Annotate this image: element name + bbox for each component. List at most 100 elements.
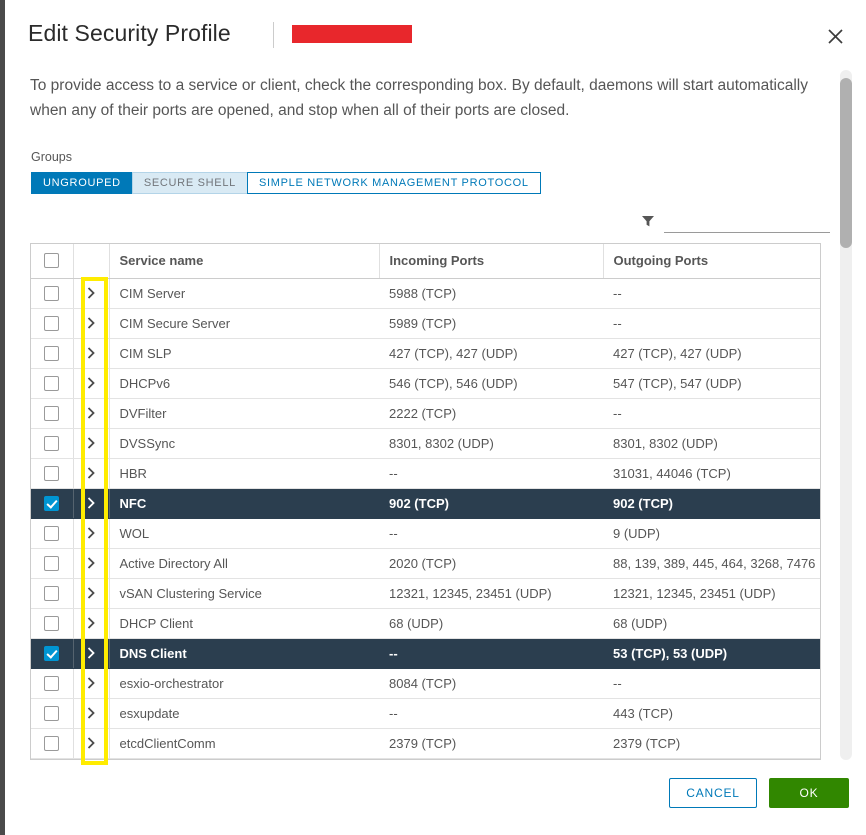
chevron-right-icon[interactable]	[74, 376, 109, 390]
table-row[interactable]: vSAN Clustering Service 12321, 12345, 234…	[31, 578, 820, 609]
cell-incoming-ports: 2020 (TCP)	[379, 548, 603, 579]
row-checkbox-cell	[31, 398, 73, 429]
ok-button[interactable]: OK	[769, 778, 849, 808]
cell-incoming-ports: --	[379, 638, 603, 669]
redacted-host-label	[292, 25, 412, 43]
cell-service-name: DVFilter	[108, 398, 379, 429]
chevron-right-icon[interactable]	[74, 406, 109, 420]
table-row[interactable]: esxupdate -- 443 (TCP)	[31, 698, 820, 729]
tab-simple-network-management-protocol[interactable]: SIMPLE NETWORK MANAGEMENT PROTOCOL	[246, 172, 541, 194]
row-checkbox-cell	[31, 548, 73, 579]
cell-service-name: etcdClientComm	[108, 728, 379, 759]
row-checkbox[interactable]	[44, 555, 60, 571]
cell-incoming-ports: 5989 (TCP)	[379, 308, 603, 339]
cell-outgoing-ports: --	[603, 278, 820, 309]
table-row[interactable]: DHCPv6 546 (TCP), 546 (UDP) 547 (TCP), 547…	[31, 368, 820, 399]
chevron-right-icon[interactable]	[74, 286, 109, 300]
row-checkbox[interactable]	[44, 645, 60, 661]
row-expand-cell	[72, 398, 109, 429]
row-checkbox[interactable]	[44, 345, 60, 361]
chevron-right-icon[interactable]	[74, 466, 109, 480]
row-expand-cell	[72, 368, 109, 399]
chevron-right-icon[interactable]	[74, 496, 109, 510]
row-checkbox[interactable]	[44, 315, 60, 331]
table-row[interactable]: CIM Secure Server 5989 (TCP) --	[31, 308, 820, 339]
filter-input[interactable]	[664, 210, 830, 233]
row-checkbox[interactable]	[44, 465, 60, 481]
cell-incoming-ports: 546 (TCP), 546 (UDP)	[379, 368, 603, 399]
chevron-right-icon[interactable]	[74, 346, 109, 360]
chevron-right-icon[interactable]	[74, 676, 109, 690]
table-row[interactable]: NFC 902 (TCP) 902 (TCP)	[31, 488, 820, 519]
table-body: CIM Server 5988 (TCP) -- CIM Secure Server 5…	[31, 278, 820, 759]
row-expand-cell	[72, 548, 109, 579]
cell-outgoing-ports: 547 (TCP), 547 (UDP)	[603, 368, 820, 399]
chevron-right-icon[interactable]	[74, 316, 109, 330]
dialog-scrollbar-track[interactable]	[840, 70, 852, 760]
cell-outgoing-ports: --	[603, 668, 820, 699]
column-header-outgoing-ports[interactable]: Outgoing Ports	[602, 244, 820, 279]
table-row[interactable]: DVSSync 8301, 8302 (UDP) 8301, 8302 (UDP)	[31, 428, 820, 459]
table-row[interactable]: WOL -- 9 (UDP)	[31, 518, 820, 549]
services-table-container: Service name Incoming Ports Outgoing Por…	[30, 243, 821, 760]
row-checkbox[interactable]	[44, 435, 60, 451]
table-row[interactable]: esxio-orchestrator 8084 (TCP) --	[31, 668, 820, 699]
row-checkbox[interactable]	[44, 585, 60, 601]
row-checkbox[interactable]	[44, 735, 60, 751]
table-row[interactable]: Active Directory All 2020 (TCP) 88, 139, 3…	[31, 548, 820, 579]
row-checkbox[interactable]	[44, 615, 60, 631]
row-checkbox[interactable]	[44, 285, 60, 301]
cell-outgoing-ports: 8301, 8302 (UDP)	[603, 428, 820, 459]
cell-service-name: NFC	[108, 488, 379, 519]
row-checkbox[interactable]	[44, 705, 60, 721]
table-row[interactable]: CIM SLP 427 (TCP), 427 (UDP) 427 (TCP), 42…	[31, 338, 820, 369]
chevron-right-icon[interactable]	[74, 736, 109, 750]
chevron-right-icon[interactable]	[74, 526, 109, 540]
column-header-service-name[interactable]: Service name	[108, 244, 379, 279]
chevron-right-icon[interactable]	[74, 646, 109, 660]
cell-outgoing-ports: --	[603, 398, 820, 429]
filter-icon[interactable]	[641, 214, 655, 228]
row-expand-cell	[72, 698, 109, 729]
cell-incoming-ports: --	[379, 458, 603, 489]
select-all-header	[31, 244, 73, 279]
table-row[interactable]: DNS Client -- 53 (TCP), 53 (UDP)	[31, 638, 820, 669]
table-row[interactable]: CIM Server 5988 (TCP) --	[31, 278, 820, 309]
column-header-incoming-ports[interactable]: Incoming Ports	[378, 244, 603, 279]
row-checkbox-cell	[31, 518, 73, 549]
cell-service-name: CIM Server	[108, 278, 379, 309]
cell-outgoing-ports: 9 (UDP)	[603, 518, 820, 549]
dialog-scrollbar-thumb[interactable]	[840, 78, 852, 248]
tab-ungrouped[interactable]: UNGROUPED	[31, 172, 132, 194]
cell-service-name: CIM Secure Server	[108, 308, 379, 339]
table-row[interactable]: DVFilter 2222 (TCP) --	[31, 398, 820, 429]
row-checkbox[interactable]	[44, 525, 60, 541]
cancel-button[interactable]: CANCEL	[669, 778, 757, 808]
chevron-right-icon[interactable]	[74, 616, 109, 630]
tab-secure-shell[interactable]: SECURE SHELL	[131, 172, 247, 194]
row-checkbox-cell	[31, 308, 73, 339]
row-checkbox[interactable]	[44, 405, 60, 421]
table-row[interactable]: etcdClientComm 2379 (TCP) 2379 (TCP)	[31, 728, 820, 759]
row-checkbox-cell	[31, 428, 73, 459]
row-expand-cell	[72, 488, 109, 519]
cell-outgoing-ports: 88, 139, 389, 445, 464, 3268, 7476	[603, 548, 820, 579]
groups-tab-bar: UNGROUPED SECURE SHELL SIMPLE NETWORK MA…	[31, 172, 541, 194]
row-checkbox[interactable]	[44, 495, 60, 511]
table-row[interactable]: HBR -- 31031, 44046 (TCP)	[31, 458, 820, 489]
chevron-right-icon[interactable]	[74, 706, 109, 720]
table-row[interactable]: DHCP Client 68 (UDP) 68 (UDP)	[31, 608, 820, 639]
select-all-checkbox[interactable]	[44, 253, 60, 269]
cell-service-name: CIM SLP	[108, 338, 379, 369]
row-checkbox[interactable]	[44, 375, 60, 391]
row-checkbox[interactable]	[44, 675, 60, 691]
cell-service-name: vSAN Clustering Service	[108, 578, 379, 609]
chevron-right-icon[interactable]	[74, 556, 109, 570]
close-icon[interactable]	[823, 24, 847, 48]
cell-incoming-ports: 68 (UDP)	[379, 608, 603, 639]
chevron-right-icon[interactable]	[74, 436, 109, 450]
cell-service-name: DHCP Client	[108, 608, 379, 639]
cell-service-name: Active Directory All	[108, 548, 379, 579]
chevron-right-icon[interactable]	[74, 586, 109, 600]
row-checkbox-cell	[31, 368, 73, 399]
